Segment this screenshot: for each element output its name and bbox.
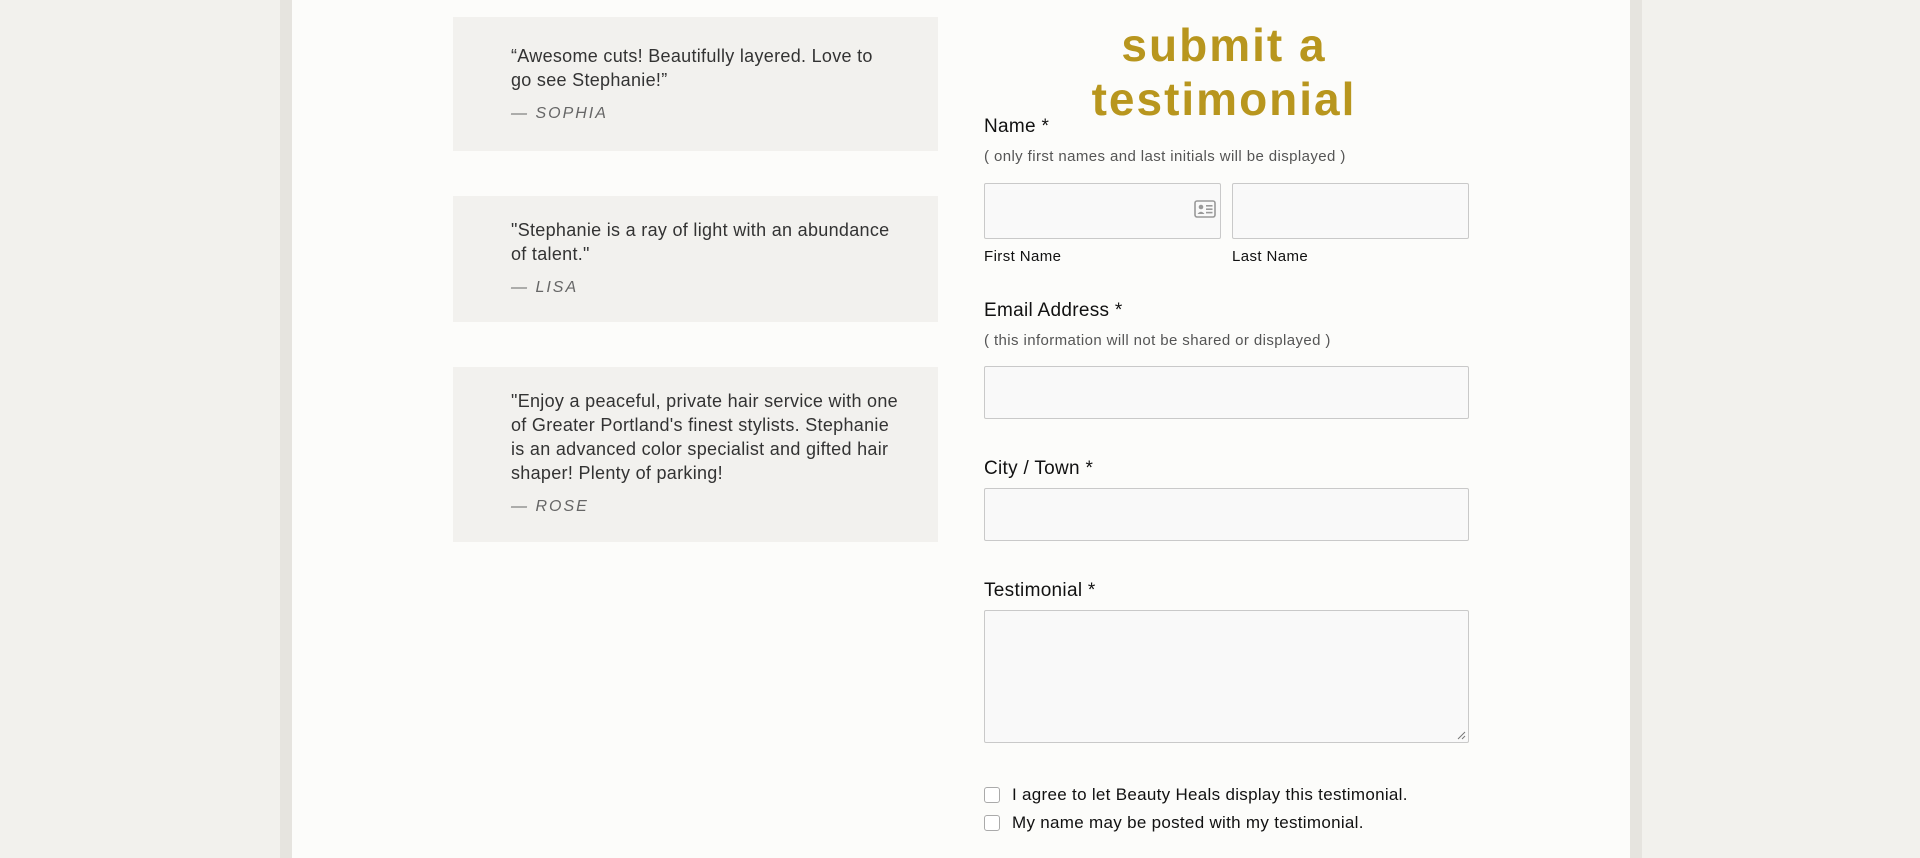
- last-name-input[interactable]: [1232, 183, 1469, 239]
- testimonial-author: — ROSE: [511, 498, 589, 515]
- form-title: submit a testimonial: [1091, 19, 1357, 125]
- email-hint: ( this information will not be shared or…: [984, 332, 1331, 349]
- email-label: Email Address *: [984, 300, 1123, 321]
- name-consent-row[interactable]: My name may be posted with my testimonia…: [984, 813, 1364, 833]
- email-input[interactable]: [984, 366, 1469, 419]
- testimonial-author: — LISA: [511, 279, 579, 296]
- contact-card-icon: [1194, 200, 1216, 218]
- display-consent-checkbox[interactable]: [984, 787, 1000, 803]
- city-input[interactable]: [984, 488, 1469, 541]
- name-consent-label: My name may be posted with my testimonia…: [1012, 813, 1364, 832]
- testimonial-quote: “Awesome cuts! Beautifully layered. Love…: [511, 46, 873, 90]
- testimonial-author: — SOPHIA: [511, 105, 608, 122]
- name-label: Name *: [984, 116, 1050, 137]
- testimonial-label: Testimonial *: [984, 580, 1096, 601]
- city-label: City / Town *: [984, 458, 1094, 479]
- first-name-label: First Name: [984, 248, 1062, 265]
- testimonial-textarea[interactable]: [984, 610, 1469, 743]
- testimonial-quote: "Stephanie is a ray of light with an abu…: [511, 220, 890, 264]
- resize-handle-icon[interactable]: [1457, 731, 1466, 740]
- display-consent-label: I agree to let Beauty Heals display this…: [1012, 785, 1408, 804]
- testimonial-card: "Stephanie is a ray of light with an abu…: [453, 196, 938, 322]
- testimonial-card: "Enjoy a peaceful, private hair service …: [453, 367, 938, 542]
- name-consent-checkbox[interactable]: [984, 815, 1000, 831]
- testimonial-card: “Awesome cuts! Beautifully layered. Love…: [453, 17, 938, 151]
- first-name-input[interactable]: [984, 183, 1221, 239]
- last-name-label: Last Name: [1232, 248, 1309, 265]
- name-hint: ( only first names and last initials wil…: [984, 148, 1346, 165]
- display-consent-row[interactable]: I agree to let Beauty Heals display this…: [984, 785, 1408, 805]
- testimonial-quote: "Enjoy a peaceful, private hair service …: [511, 391, 898, 483]
